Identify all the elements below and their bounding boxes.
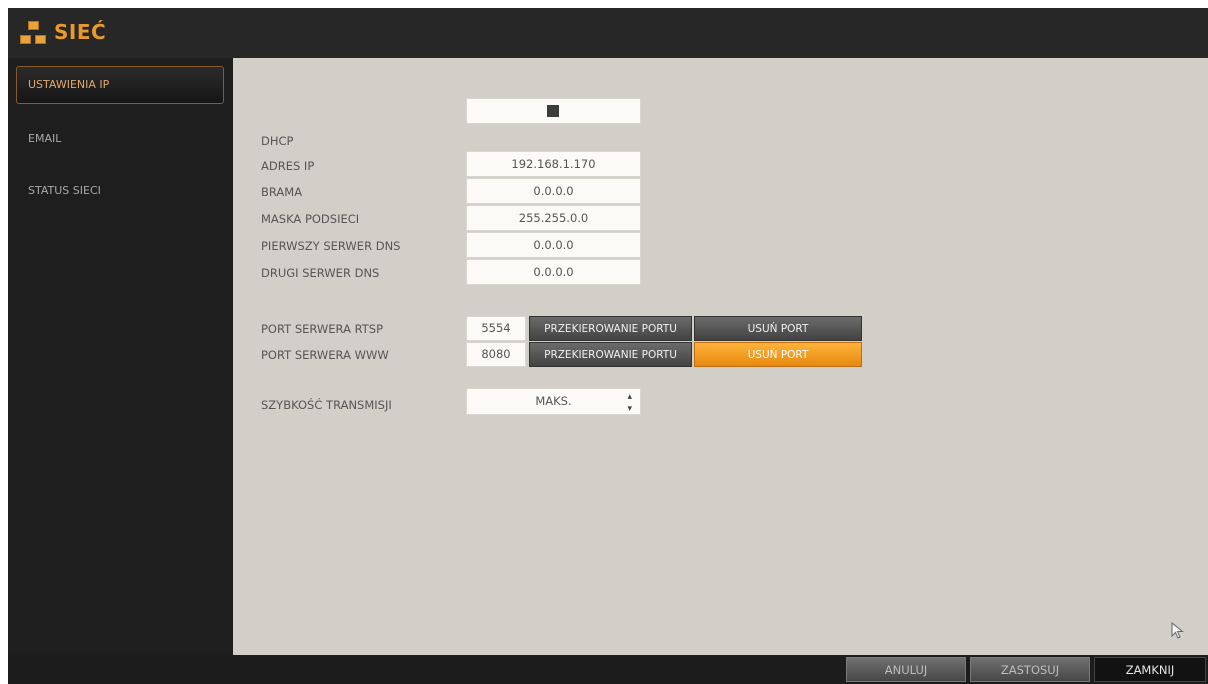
www-port-forward-button[interactable]: PRZEKIEROWANIE PORTU [529, 342, 692, 367]
close-button[interactable]: ZAMKNIJ [1094, 657, 1206, 682]
up-down-arrows-icon: ▴ ▾ [627, 392, 632, 414]
dhcp-checkbox[interactable] [547, 105, 559, 117]
subnet-mask-input[interactable]: 255.255.0.0 [466, 205, 641, 231]
mouse-cursor-icon [1171, 622, 1184, 639]
gateway-label: BRAMA [261, 185, 303, 199]
sidebar-item-ip-settings[interactable]: USTAWIENIA IP [16, 66, 224, 104]
gateway-input[interactable]: 0.0.0.0 [466, 178, 641, 204]
bitrate-value: MAKS. [535, 394, 572, 408]
window-title: SIEĆ [54, 20, 107, 44]
www-port-label: PORT SERWERA WWW [261, 348, 389, 362]
network-settings-window: SIEĆ USTAWIENIA IP EMAIL STATUS SIECI DH… [8, 8, 1208, 684]
sidebar-item-network-status[interactable]: STATUS SIECI [16, 172, 224, 210]
main-content: DHCP ADRES IP 192.168.1.170 BRAMA 0.0.0.… [233, 58, 1208, 655]
dns2-label: DRUGI SERWER DNS [261, 266, 380, 280]
dhcp-label: DHCP [261, 134, 294, 148]
rtsp-remove-port-button[interactable]: USUŃ PORT [694, 316, 862, 341]
ip-address-label: ADRES IP [261, 159, 315, 173]
title-bar: SIEĆ [8, 8, 1208, 58]
network-icon [20, 21, 48, 47]
dns1-input[interactable]: 0.0.0.0 [466, 232, 641, 258]
apply-button[interactable]: ZASTOSUJ [970, 657, 1090, 682]
cancel-button[interactable]: ANULUJ [846, 657, 966, 682]
rtsp-port-label: PORT SERWERA RTSP [261, 322, 384, 336]
dhcp-field [466, 98, 641, 124]
ip-address-input[interactable]: 192.168.1.170 [466, 151, 641, 177]
www-remove-port-button[interactable]: USUŃ PORT [694, 342, 862, 367]
rtsp-port-input[interactable]: 5554 [466, 316, 526, 341]
bitrate-label: SZYBKOŚĆ TRANSMISJI [261, 398, 392, 412]
sidebar-item-email[interactable]: EMAIL [16, 120, 224, 158]
dns1-label: PIERWSZY SERWER DNS [261, 239, 401, 253]
rtsp-port-forward-button[interactable]: PRZEKIEROWANIE PORTU [529, 316, 692, 341]
subnet-mask-label: MASKA PODSIECI [261, 212, 360, 226]
dns2-input[interactable]: 0.0.0.0 [466, 259, 641, 285]
bitrate-select[interactable]: MAKS. ▴ ▾ [466, 388, 641, 415]
sidebar: USTAWIENIA IP EMAIL STATUS SIECI [8, 58, 233, 658]
bottom-bar: ANULUJ ZASTOSUJ ZAMKNIJ [8, 655, 1208, 684]
www-port-input[interactable]: 8080 [466, 342, 526, 367]
